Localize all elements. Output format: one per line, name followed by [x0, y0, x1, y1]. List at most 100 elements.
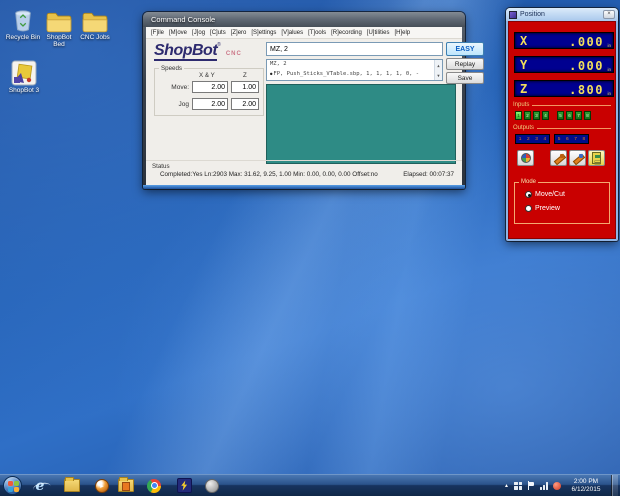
documents-folder-icon: [118, 477, 134, 492]
input-led-6: 6: [566, 111, 573, 120]
menu-help[interactable]: [H]elp: [394, 30, 410, 36]
mode-label: Mode: [519, 179, 539, 185]
recycle-bin-icon: [5, 5, 41, 33]
tray-expand-icon[interactable]: ▲: [504, 483, 509, 489]
radio-selected-icon: [525, 191, 532, 198]
history-line[interactable]: MZ, 2: [267, 60, 442, 69]
position-titlebar[interactable]: Position ×: [506, 8, 618, 21]
window-title: Command Console: [151, 15, 216, 24]
shopbot-tray-icon[interactable]: [553, 481, 561, 490]
command-console-window: Command Console [F]ile [M]ove [J]og [C]u…: [143, 12, 484, 189]
scroll-up-icon[interactable]: ▲: [437, 63, 439, 68]
save-button[interactable]: Save: [446, 72, 484, 84]
output-group-1: 1234: [515, 134, 550, 144]
menu-zero[interactable]: [Z]ero: [231, 30, 247, 36]
speeds-label: Speeds: [159, 65, 184, 72]
keypad-icon: [592, 152, 601, 164]
position-window-icon: [509, 10, 517, 19]
jog-z-field[interactable]: [231, 98, 259, 110]
move-z-field[interactable]: [231, 81, 259, 93]
desktop: Recycle Bin ShopBot Bed CNC Jobs ShopBot…: [0, 0, 620, 496]
history-line-selected[interactable]: ●FP, Push_Sticks_VTable.sbp, 1, 1, 1, 1,…: [267, 69, 442, 79]
y-axis-value: .000: [569, 58, 604, 73]
keypad-button[interactable]: [588, 150, 605, 166]
z-axis-display: Z .800 in: [514, 80, 614, 97]
input-led-5: 5: [557, 111, 564, 120]
desktop-icon-shopbot-3[interactable]: ShopBot 3: [6, 58, 42, 94]
hammer-tool-button[interactable]: [550, 150, 567, 166]
speeds-group: Speeds X & Y Z Move: Jog: [154, 65, 264, 116]
close-icon[interactable]: ×: [603, 10, 615, 19]
x-axis-unit: in: [607, 43, 611, 48]
z-axis-unit: in: [607, 91, 611, 96]
move-label: Move:: [171, 84, 189, 91]
shopbot-app-icon: [6, 58, 42, 86]
wrench-tool-button[interactable]: [569, 150, 586, 166]
jog-label: Jog: [178, 101, 189, 108]
color-wheel-button[interactable]: [517, 150, 534, 166]
mode-move-cut-radio[interactable]: Move/Cut: [525, 191, 565, 198]
menu-file[interactable]: [F]ile: [151, 30, 164, 36]
menu-cuts[interactable]: [C]uts: [210, 30, 226, 36]
taskbar-chrome-icon[interactable]: [142, 476, 166, 496]
position-title: Position: [520, 11, 545, 18]
ie-icon: e: [35, 477, 45, 494]
menu-settings[interactable]: [S]ettings: [251, 30, 276, 36]
history-line-text: FP, Push_Sticks_VTable.sbp, 1, 1, 1, 1, …: [273, 71, 420, 77]
action-center-flag-icon[interactable]: [527, 481, 535, 490]
menu-jog[interactable]: [J]og: [192, 30, 205, 36]
menu-tools[interactable]: [T]ools: [308, 30, 326, 36]
chrome-icon: [147, 478, 161, 493]
taskbar-partworks-icon[interactable]: [200, 476, 224, 496]
taskbar: e ▸ ▲ 2:00 PM 6/12/2015: [0, 474, 620, 496]
move-xy-field[interactable]: [192, 81, 228, 93]
menu-move[interactable]: [M]ove: [169, 30, 187, 36]
outputs-section-label: Outputs: [513, 125, 611, 131]
show-desktop-button[interactable]: [611, 474, 618, 496]
taskbar-explorer-icon[interactable]: [60, 476, 84, 496]
desktop-icon-label: ShopBot 3: [8, 87, 40, 94]
easy-button[interactable]: EASY: [446, 42, 484, 56]
tray-grid-icon[interactable]: [514, 481, 522, 490]
input-led-3: 3: [533, 111, 540, 120]
desktop-icon-cnc-jobs[interactable]: CNC Jobs: [77, 5, 113, 41]
taskbar-internet-explorer-icon[interactable]: e: [28, 476, 52, 496]
windows-flag-icon: [8, 481, 13, 486]
command-console-titlebar[interactable]: Command Console: [143, 12, 465, 27]
z-axis-value: .800: [569, 82, 604, 97]
menu-utilities[interactable]: [U]tilities: [367, 30, 390, 36]
jog-xy-field[interactable]: [192, 98, 228, 110]
x-axis-display: X .000 in: [514, 32, 614, 49]
input-leds: 1 2 3 4 5 6 7 8: [515, 111, 591, 120]
input-led-8: 8: [584, 111, 591, 120]
start-button[interactable]: [3, 476, 22, 495]
radio-unselected-icon: [525, 205, 532, 212]
hammer-icon: [553, 153, 564, 164]
taskbar-shopbot-icon[interactable]: [172, 476, 196, 496]
shopbot-logo: ShopBot® CNC: [154, 42, 262, 61]
logo-cnc-text: CNC: [225, 51, 242, 57]
elapsed-time: Elapsed: 00:07:37: [403, 171, 454, 178]
menu-recording[interactable]: [R]ecording: [331, 30, 362, 36]
taskbar-clock[interactable]: 2:00 PM 6/12/2015: [566, 478, 606, 494]
wrench-icon: [572, 153, 583, 164]
y-axis-label: Y: [520, 58, 528, 72]
taskbar-media-player-icon[interactable]: ▸: [90, 476, 114, 496]
status-text: Completed:Yes Ln:2903 Max: 31.62, 9.25, …: [160, 171, 378, 178]
scroll-down-icon[interactable]: ▼: [437, 73, 439, 78]
desktop-icon-shopbot-bed[interactable]: ShopBot Bed: [41, 5, 77, 48]
shopbot-lightning-icon: [176, 478, 192, 493]
status-label: Status: [152, 163, 170, 170]
taskbar-documents-icon[interactable]: [114, 476, 138, 496]
folder-icon: [41, 5, 77, 33]
menu-values[interactable]: [V]alues: [281, 30, 303, 36]
replay-button[interactable]: Replay: [446, 58, 484, 70]
mode-preview-radio[interactable]: Preview: [525, 205, 560, 212]
position-body: X .000 in Y .000 in Z .800 in Inputs 1 2…: [508, 21, 616, 239]
command-input[interactable]: [266, 42, 443, 56]
history-scroll-arrows[interactable]: ▲ ▼: [434, 60, 442, 80]
network-icon[interactable]: [540, 481, 548, 490]
desktop-icon-label: ShopBot Bed: [46, 34, 72, 48]
desktop-icon-recycle-bin[interactable]: Recycle Bin: [5, 5, 41, 41]
command-history-list[interactable]: MZ, 2 ●FP, Push_Sticks_VTable.sbp, 1, 1,…: [266, 59, 443, 81]
